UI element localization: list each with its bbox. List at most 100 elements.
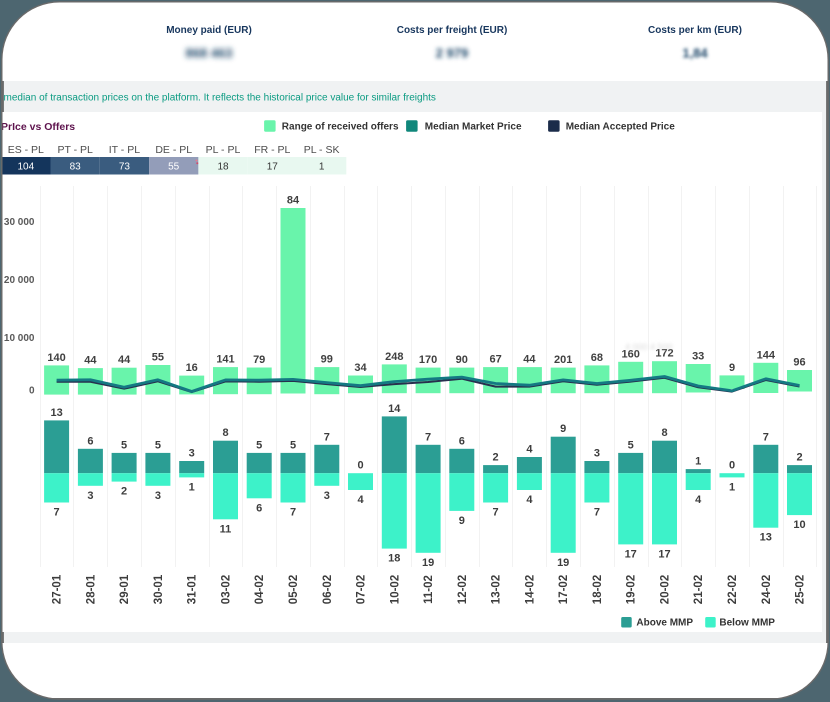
svg-text:55: 55 <box>152 352 164 364</box>
svg-text:141: 141 <box>216 354 234 366</box>
svg-text:9: 9 <box>459 515 465 527</box>
svg-text:7: 7 <box>763 431 769 443</box>
svg-text:18: 18 <box>388 553 400 565</box>
svg-text:21-02: 21-02 <box>693 575 705 604</box>
svg-text:0: 0 <box>357 460 363 472</box>
svg-text:17: 17 <box>625 548 637 560</box>
svg-text:Costs per freight (EUR): Costs per freight (EUR) <box>397 25 508 36</box>
svg-text:13-02: 13-02 <box>491 575 503 604</box>
svg-text:03-02: 03-02 <box>221 575 233 604</box>
svg-text:11: 11 <box>220 523 232 535</box>
svg-text:30 000: 30 000 <box>4 217 35 228</box>
svg-text:44: 44 <box>118 354 131 366</box>
svg-text:7: 7 <box>425 431 431 443</box>
svg-text:4: 4 <box>695 494 702 506</box>
svg-text:1: 1 <box>319 162 325 173</box>
svg-text:10: 10 <box>793 519 805 531</box>
svg-text:3: 3 <box>594 448 600 460</box>
svg-text:4: 4 <box>526 494 533 506</box>
svg-text:34: 34 <box>354 362 367 374</box>
svg-text:14: 14 <box>388 403 401 415</box>
svg-text:20 000: 20 000 <box>4 275 35 286</box>
svg-text:PL - PL: PL - PL <box>206 144 241 156</box>
svg-text:67: 67 <box>489 354 501 366</box>
svg-text:FR - PL: FR - PL <box>254 144 290 156</box>
svg-text:868 463: 868 463 <box>186 46 233 61</box>
svg-text:4: 4 <box>357 494 364 506</box>
svg-text:201: 201 <box>554 354 572 366</box>
svg-text:28-01: 28-01 <box>85 574 97 604</box>
svg-text:Above MMP: Above MMP <box>636 617 693 628</box>
svg-text:7: 7 <box>54 507 60 519</box>
svg-text:18-02: 18-02 <box>592 575 604 604</box>
svg-text:IT - PL: IT - PL <box>109 144 140 156</box>
svg-text:6: 6 <box>459 435 465 447</box>
svg-text:17-02: 17-02 <box>558 575 570 604</box>
svg-text:5: 5 <box>628 439 634 451</box>
svg-text:7: 7 <box>493 507 499 519</box>
svg-text:140: 140 <box>47 352 65 364</box>
svg-text:1: 1 <box>695 456 701 468</box>
svg-text:144: 144 <box>757 349 776 361</box>
svg-text:5: 5 <box>290 439 296 451</box>
svg-text:27-01: 27-01 <box>52 574 64 604</box>
svg-text:06-02: 06-02 <box>322 575 334 604</box>
svg-text:25-02: 25-02 <box>795 575 807 604</box>
svg-text:44: 44 <box>84 355 97 367</box>
svg-text:83: 83 <box>70 162 82 173</box>
svg-text:19-02: 19-02 <box>626 575 638 604</box>
svg-text:1: 1 <box>729 481 735 493</box>
svg-text:1: 1 <box>189 481 195 493</box>
svg-text:84: 84 <box>287 195 300 207</box>
svg-text:9: 9 <box>729 362 735 374</box>
svg-text:16: 16 <box>186 362 198 374</box>
svg-text:13: 13 <box>50 407 62 419</box>
svg-text:07-02: 07-02 <box>356 575 368 604</box>
svg-text:79: 79 <box>253 354 265 366</box>
svg-text:Median Accepted Price: Median Accepted Price <box>566 122 676 133</box>
svg-text:7: 7 <box>324 431 330 443</box>
svg-text:14-02: 14-02 <box>524 575 536 604</box>
svg-text:5: 5 <box>256 439 262 451</box>
svg-text:3: 3 <box>155 490 161 502</box>
svg-text:33: 33 <box>692 351 704 363</box>
svg-text:DE - PL: DE - PL <box>155 144 192 156</box>
svg-text:PL - SK: PL - SK <box>304 144 340 156</box>
svg-text:96: 96 <box>793 357 805 369</box>
svg-text:median of transaction prices o: median of transaction prices on the plat… <box>4 93 436 104</box>
svg-text:04-02: 04-02 <box>254 575 266 604</box>
svg-text:29-01: 29-01 <box>119 574 131 604</box>
svg-text:104: 104 <box>17 162 34 173</box>
svg-text:PrIce vs Offers: PrIce vs Offers <box>1 121 75 133</box>
svg-text:31-01: 31-01 <box>187 574 199 604</box>
svg-text:5: 5 <box>121 439 127 451</box>
svg-text:Range of received offers: Range of received offers <box>282 122 399 133</box>
svg-text:6: 6 <box>256 502 262 514</box>
svg-text:2: 2 <box>493 452 499 464</box>
svg-text:18: 18 <box>217 162 229 173</box>
svg-text:ES - PL: ES - PL <box>8 144 44 156</box>
svg-text:10 000: 10 000 <box>4 333 35 344</box>
svg-text:19: 19 <box>422 557 434 569</box>
svg-text:99: 99 <box>321 354 333 366</box>
svg-text:44: 44 <box>523 354 536 366</box>
svg-text:4 000 4 500: 4 000 4 500 <box>625 342 673 352</box>
svg-text:90: 90 <box>456 354 468 366</box>
svg-text:10-02: 10-02 <box>389 575 401 604</box>
svg-text:0: 0 <box>29 386 35 397</box>
svg-text:3: 3 <box>324 490 330 502</box>
svg-text:12-02: 12-02 <box>457 575 469 604</box>
svg-text:7: 7 <box>290 507 296 519</box>
svg-text:22-02: 22-02 <box>727 575 739 604</box>
svg-text:3: 3 <box>189 448 195 460</box>
svg-text:1,84: 1,84 <box>682 46 708 61</box>
svg-text:8: 8 <box>661 427 667 439</box>
svg-text:170: 170 <box>419 354 437 366</box>
svg-text:17: 17 <box>267 162 279 173</box>
svg-text:3: 3 <box>87 490 93 502</box>
svg-text:05-02: 05-02 <box>288 575 300 604</box>
svg-text:13: 13 <box>760 532 772 544</box>
svg-text:PT - PL: PT - PL <box>57 144 93 156</box>
svg-text:4: 4 <box>526 444 533 456</box>
svg-text:8: 8 <box>222 427 228 439</box>
